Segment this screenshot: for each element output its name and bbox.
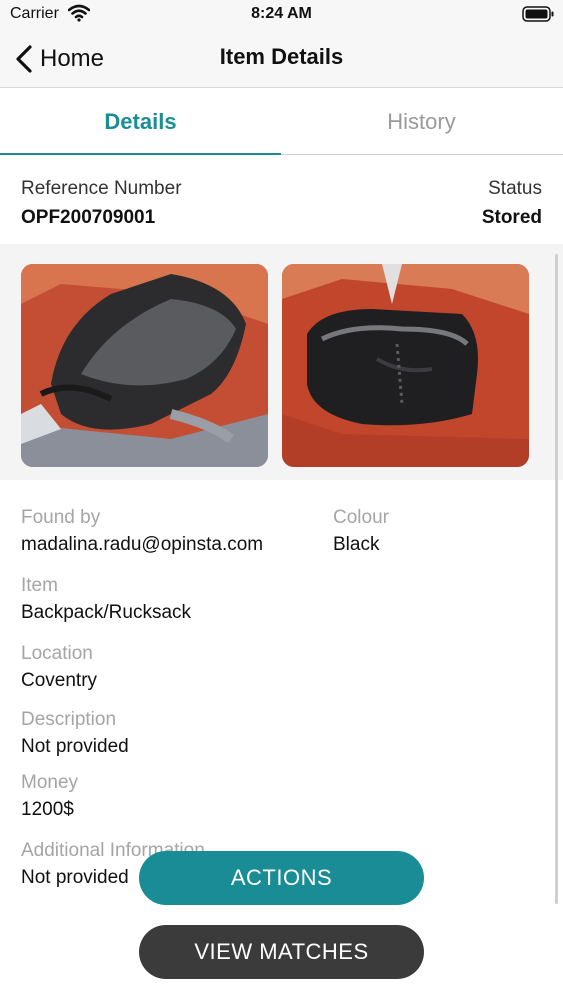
additional-information-value: Not provided xyxy=(21,867,129,888)
location-value: Coventry xyxy=(21,670,98,691)
location-label: Location xyxy=(21,643,93,664)
money-value: 1200$ xyxy=(21,799,74,820)
item-label: Item xyxy=(21,575,58,596)
summary-header: Reference Number OPF200709001 Status Sto… xyxy=(0,156,563,244)
description-value: Not provided xyxy=(21,736,129,757)
status-label: Status xyxy=(488,178,542,199)
photo-gallery xyxy=(0,244,563,480)
status-bar: Carrier 8:24 AM xyxy=(0,0,563,30)
item-photo[interactable] xyxy=(282,264,529,467)
clock: 8:24 AM xyxy=(251,5,312,22)
tab-indicator xyxy=(0,153,281,155)
tab-details[interactable]: Details xyxy=(0,89,281,155)
view-matches-button[interactable]: VIEW MATCHES xyxy=(139,925,424,979)
money-label: Money xyxy=(21,772,79,793)
reference-number-label: Reference Number xyxy=(21,178,182,199)
status-value: Stored xyxy=(481,207,542,228)
battery-icon xyxy=(522,6,554,22)
found-by-value: madalina.radu@opinsta.com xyxy=(21,534,264,555)
colour-value: Black xyxy=(333,534,380,555)
tab-history[interactable]: History xyxy=(281,89,562,155)
item-photo[interactable] xyxy=(21,264,268,467)
actions-button[interactable]: ACTIONS xyxy=(139,851,424,905)
tab-bar: Details History xyxy=(0,89,563,155)
page-title: Item Details xyxy=(219,44,344,69)
scrollbar[interactable] xyxy=(555,254,558,904)
colour-label: Colour xyxy=(333,507,389,528)
reference-number-value: OPF200709001 xyxy=(21,207,156,228)
description-label: Description xyxy=(21,709,117,730)
item-value: Backpack/Rucksack xyxy=(21,602,192,623)
navigation-bar: Home Item Details xyxy=(0,30,563,88)
found-by-label: Found by xyxy=(21,507,101,528)
